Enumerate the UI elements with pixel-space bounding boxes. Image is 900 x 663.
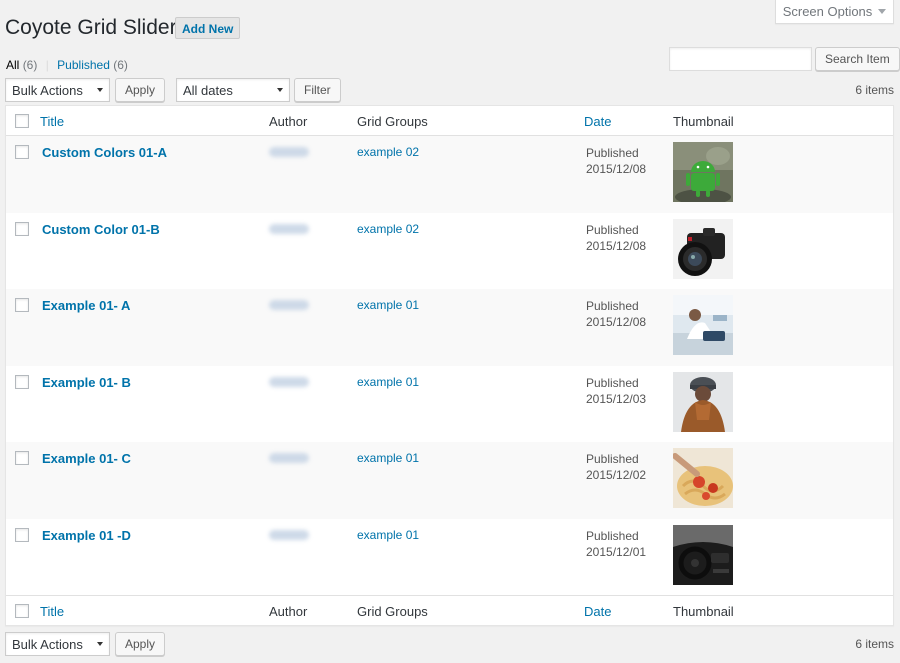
- android-icon[interactable]: [673, 142, 733, 202]
- row-date: Published 2015/12/01: [586, 528, 646, 560]
- table-footer: Title Author Grid Groups Date Thumbnail: [6, 595, 893, 625]
- screen-options-toggle[interactable]: Screen Options: [775, 0, 894, 24]
- row-date-value: 2015/12/01: [586, 544, 647, 559]
- column-title[interactable]: Title: [40, 114, 64, 129]
- row-date-value: 2015/12/08: [586, 238, 647, 253]
- table-row: Example 01- C example 01 Published 2015/…: [6, 442, 893, 519]
- dates-value: All dates: [183, 82, 233, 98]
- row-date-value: 2015/12/08: [586, 162, 647, 176]
- row-title-link[interactable]: Example 01 -D: [42, 528, 131, 543]
- caret-down-icon: [97, 88, 103, 92]
- triangle-down-icon: [878, 9, 887, 14]
- view-separator: |: [45, 58, 49, 72]
- row-checkbox[interactable]: [15, 451, 29, 468]
- row-grid-group-link[interactable]: example 01: [357, 375, 419, 389]
- author-name-blurred[interactable]: [269, 223, 309, 234]
- select-all-checkbox[interactable]: [15, 114, 29, 131]
- row-date: Published 2015/12/08: [586, 145, 646, 177]
- filter-button[interactable]: Filter: [294, 78, 341, 102]
- row-status: Published: [586, 146, 639, 160]
- view-published-link[interactable]: Published: [57, 58, 110, 72]
- items-count-bottom: 6 items: [855, 637, 894, 651]
- row-grid-group-link[interactable]: example 01: [357, 451, 419, 465]
- row-grid-group-link[interactable]: example 01: [357, 298, 419, 312]
- column-date[interactable]: Date: [584, 114, 611, 129]
- row-checkbox[interactable]: [15, 527, 29, 545]
- row-date: Published 2015/12/03: [586, 375, 646, 407]
- row-date-value: 2015/12/03: [586, 391, 647, 406]
- row-checkbox[interactable]: [15, 298, 29, 315]
- column-thumbnail: Thumbnail: [673, 114, 734, 129]
- car-interior-photo[interactable]: [673, 524, 733, 585]
- row-title-link[interactable]: Custom Colors 01-A: [42, 145, 167, 160]
- row-grid-group-link[interactable]: example 02: [357, 145, 419, 159]
- row-title-link[interactable]: Example 01- B: [42, 375, 131, 390]
- row-title-link[interactable]: Custom Color 01-B: [42, 222, 160, 237]
- row-grid-group-link[interactable]: example 02: [357, 222, 419, 236]
- row-title-link[interactable]: Example 01- C: [42, 451, 131, 466]
- row-date: Published 2015/12/08: [586, 298, 646, 330]
- column-date-footer[interactable]: Date: [584, 604, 611, 619]
- column-title-footer[interactable]: Title: [40, 604, 64, 619]
- table-row: Example 01- B example 01 Published 2015/…: [6, 366, 893, 443]
- row-date-value: 2015/12/02: [586, 468, 647, 482]
- row-status: Published: [586, 528, 639, 543]
- table-row: Example 01 -D example 01 Published 2015/…: [6, 519, 893, 596]
- row-grid-group-link[interactable]: example 01: [357, 528, 419, 542]
- row-status: Published: [586, 375, 639, 390]
- table-body: Custom Colors 01-A example 02 Published …: [6, 136, 893, 595]
- row-checkbox[interactable]: [15, 221, 29, 239]
- row-date: Published 2015/12/02: [586, 451, 646, 483]
- screen-options-label: Screen Options: [782, 4, 873, 19]
- pasta-photo[interactable]: [673, 448, 733, 508]
- row-checkbox[interactable]: [15, 145, 29, 162]
- author-name-blurred[interactable]: [269, 453, 309, 463]
- tablenav-top: Bulk Actions Apply All dates Filter 6 it…: [5, 78, 894, 102]
- column-thumbnail-footer: Thumbnail: [673, 604, 734, 619]
- column-author-footer: Author: [269, 604, 308, 619]
- column-author: Author: [269, 114, 308, 129]
- view-all-count: (6): [22, 58, 38, 72]
- apply-button-bottom[interactable]: Apply: [115, 632, 166, 656]
- column-grid-groups: Grid Groups: [357, 114, 428, 129]
- caret-down-icon: [97, 642, 103, 646]
- table-header: Title Author Grid Groups Date Thumbnail: [6, 106, 893, 136]
- bulk-actions-value: Bulk Actions: [12, 636, 83, 652]
- author-name-blurred[interactable]: [269, 147, 309, 157]
- row-status: Published: [586, 299, 639, 313]
- office-woman-photo[interactable]: [673, 295, 733, 355]
- select-all-checkbox-footer[interactable]: [15, 604, 29, 621]
- row-status: Published: [586, 222, 639, 237]
- author-name-blurred[interactable]: [269, 529, 309, 540]
- page-title: Coyote Grid Slider: [5, 16, 177, 39]
- caret-down-icon: [277, 88, 283, 92]
- search-input[interactable]: [669, 47, 812, 71]
- table-row: Custom Color 01-B example 02 Published 2…: [6, 213, 893, 290]
- row-date-value: 2015/12/08: [586, 315, 647, 329]
- author-name-blurred[interactable]: [269, 376, 309, 387]
- hooded-person-photo[interactable]: [673, 371, 733, 432]
- bulk-actions-value: Bulk Actions: [12, 82, 83, 98]
- search-button[interactable]: Search Item: [815, 47, 900, 71]
- view-published-count: (6): [113, 58, 128, 72]
- apply-button[interactable]: Apply: [115, 78, 166, 102]
- dates-select[interactable]: All dates: [176, 78, 290, 102]
- row-status: Published: [586, 452, 639, 466]
- camera-icon[interactable]: [673, 218, 733, 279]
- tablenav-bottom: Bulk Actions Apply 6 items: [5, 632, 894, 656]
- view-all-link[interactable]: All: [6, 58, 19, 72]
- posts-table: Title Author Grid Groups Date Thumbnail …: [5, 105, 894, 626]
- table-row: Custom Colors 01-A example 02 Published …: [6, 136, 893, 213]
- post-status-views: All (6) | Published (6): [6, 58, 128, 72]
- bulk-actions-select-bottom[interactable]: Bulk Actions: [5, 632, 110, 656]
- bulk-actions-select[interactable]: Bulk Actions: [5, 78, 110, 102]
- column-grid-groups-footer: Grid Groups: [357, 604, 428, 619]
- row-date: Published 2015/12/08: [586, 222, 646, 254]
- add-new-button[interactable]: Add New: [175, 17, 241, 39]
- items-count: 6 items: [855, 83, 894, 97]
- row-checkbox[interactable]: [15, 374, 29, 392]
- table-row: Example 01- A example 01 Published 2015/…: [6, 289, 893, 366]
- row-title-link[interactable]: Example 01- A: [42, 298, 130, 313]
- author-name-blurred[interactable]: [269, 300, 309, 310]
